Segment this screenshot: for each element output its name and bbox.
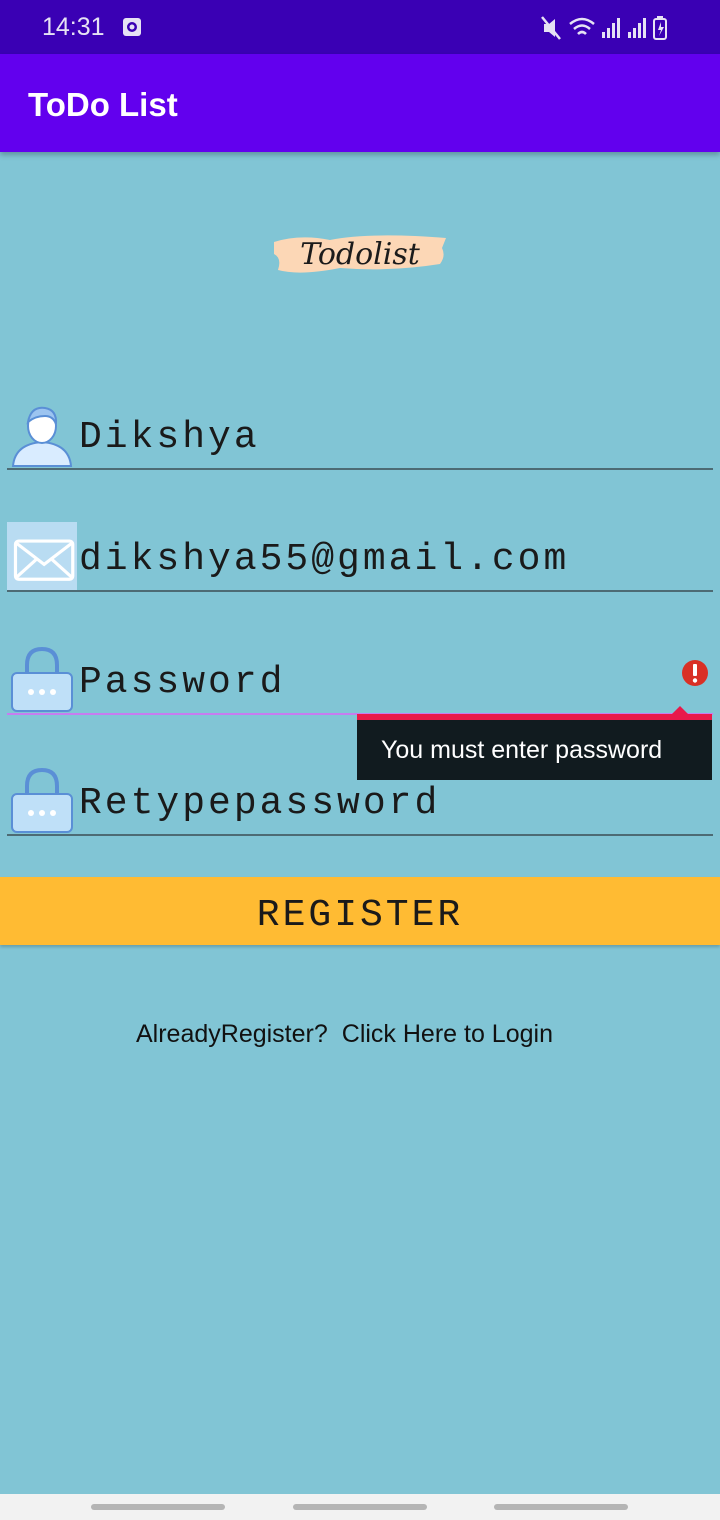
battery-icon <box>653 16 667 40</box>
error-icon <box>682 660 708 686</box>
app-title: ToDo List <box>28 86 178 123</box>
status-bar: 14:31 <box>0 0 720 54</box>
mail-icon <box>7 522 77 592</box>
nav-back-button[interactable] <box>494 1504 628 1510</box>
username-underline <box>7 468 713 470</box>
signal-icon-2 <box>628 18 646 38</box>
password-error-text: You must enter password <box>381 736 663 764</box>
mute-icon <box>541 16 561 40</box>
retype-password-field[interactable]: Retypepassword <box>7 766 713 836</box>
already-registered-text: AlreadyRegister? <box>136 1020 328 1048</box>
lock-icon <box>11 647 73 712</box>
login-link[interactable]: Click Here to Login <box>342 1020 553 1048</box>
screen-record-icon <box>123 18 141 36</box>
login-row: AlreadyRegister? Click Here to Login <box>136 1020 553 1049</box>
nav-recents-button[interactable] <box>91 1504 225 1510</box>
register-label: REGISTER <box>256 894 464 937</box>
app-bar: ToDo List <box>0 54 720 152</box>
nav-home-button[interactable] <box>293 1504 427 1510</box>
retype-password-underline <box>7 834 713 836</box>
retype-password-placeholder: Retypepassword <box>79 782 441 825</box>
email-field[interactable]: dikshya55@gmail.com <box>7 522 713 592</box>
username-value: Dikshya <box>79 416 260 459</box>
user-icon <box>11 406 73 467</box>
lock-icon <box>11 768 73 833</box>
status-time: 14:31 <box>42 13 105 41</box>
signal-icon <box>602 18 620 38</box>
email-value: dikshya55@gmail.com <box>79 538 570 581</box>
wifi-icon <box>569 17 595 35</box>
password-field[interactable]: Password <box>7 645 713 715</box>
todolist-logo: Todolist <box>274 235 446 273</box>
email-underline <box>7 590 713 592</box>
logo-text: Todolist <box>300 237 421 272</box>
status-icons <box>541 16 667 40</box>
password-placeholder: Password <box>79 661 286 704</box>
navigation-bar <box>0 1494 720 1520</box>
register-button[interactable]: REGISTER <box>0 877 720 945</box>
username-field[interactable]: Dikshya <box>7 400 713 470</box>
